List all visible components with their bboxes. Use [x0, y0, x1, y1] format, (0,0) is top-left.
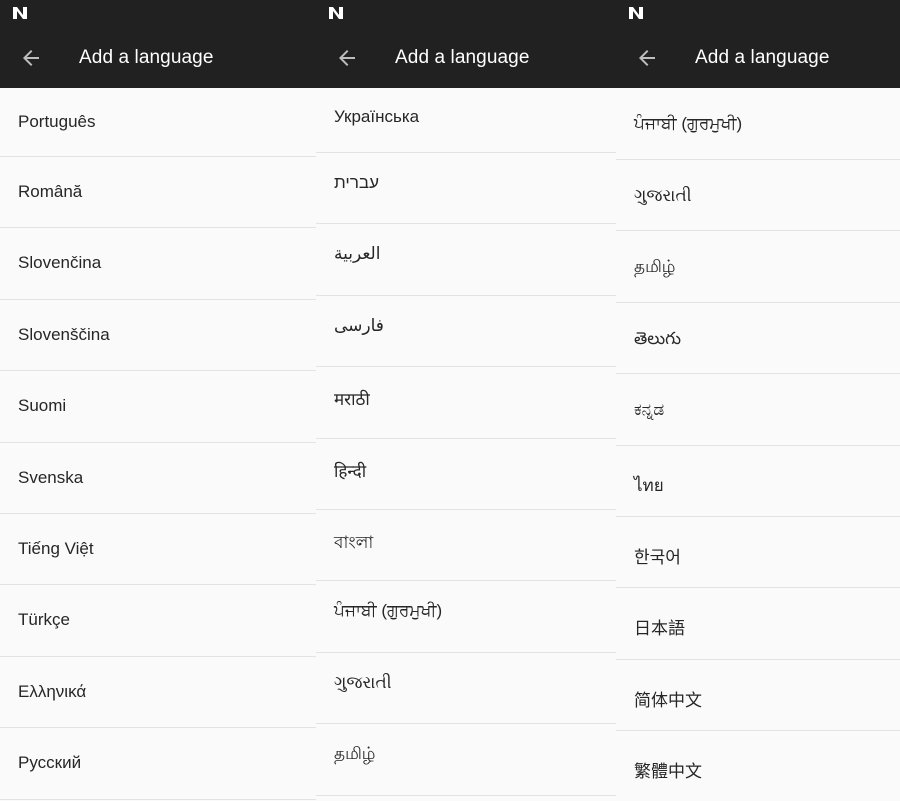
language-label: हिन्दी: [334, 461, 367, 481]
language-label: 简体中文: [634, 690, 702, 710]
status-bar: [0, 0, 316, 28]
language-item[interactable]: ਪੰਜਾਬੀ (ਗੁਰਮੁਖੀ): [316, 581, 616, 653]
language-list: Українська עברית العربية فارسی मराठी हिन…: [316, 88, 616, 796]
language-label: 繁體中文: [634, 762, 702, 782]
language-label: Ελληνικά: [18, 681, 87, 701]
language-label: Українська: [334, 107, 420, 126]
language-label: Português: [18, 112, 96, 131]
language-label: العربية: [334, 244, 381, 264]
language-label: Slovenčina: [18, 253, 102, 273]
language-screen-2: Add a language Українська עברית العربية …: [316, 0, 616, 801]
language-item[interactable]: বাংলা: [316, 509, 616, 582]
language-screen-1: Add a language Português Română Slovenči…: [0, 0, 316, 801]
language-label: தமிழ்: [634, 257, 676, 277]
language-item[interactable]: தமிழ்: [316, 724, 616, 796]
language-label: עברית: [334, 173, 379, 192]
language-label: فارسی: [334, 315, 384, 335]
language-item[interactable]: 한국어: [616, 516, 900, 589]
language-label: বাংলা: [334, 532, 374, 552]
language-label: Türkçe: [18, 610, 70, 630]
android-n-icon: [13, 7, 27, 19]
language-item[interactable]: Русский: [0, 728, 316, 800]
language-label: ગુજરાતી: [634, 186, 692, 205]
language-label: 日本語: [634, 619, 685, 639]
page-title: Add a language: [395, 47, 530, 68]
language-label: 한국어: [634, 547, 681, 567]
language-item[interactable]: Português: [0, 88, 316, 157]
language-list: Português Română Slovenčina Slovenščina …: [0, 88, 316, 800]
status-bar: [316, 0, 616, 28]
language-label: मराठी: [334, 390, 370, 410]
language-label: Slovenščina: [18, 324, 110, 344]
back-arrow-icon[interactable]: [19, 46, 43, 70]
language-label: ਪੰਜਾਬੀ (ਗੁਰਮੁਖੀ): [334, 601, 443, 621]
language-label: ಕನ್ನಡ: [634, 400, 665, 420]
language-label: Русский: [18, 753, 82, 773]
language-item[interactable]: ไทย: [616, 445, 900, 517]
page-title: Add a language: [79, 47, 214, 68]
app-bar: Add a language: [616, 28, 900, 88]
language-item[interactable]: Ελληνικά: [0, 656, 316, 729]
language-item[interactable]: मराठी: [316, 367, 616, 439]
back-arrow-icon[interactable]: [635, 46, 659, 70]
language-item[interactable]: العربية: [316, 224, 616, 296]
language-item[interactable]: ಕನ್ನಡ: [616, 374, 900, 446]
app-bar: Add a language: [316, 28, 616, 88]
language-label: ગુજરાતી: [334, 672, 392, 692]
android-n-icon: [629, 7, 643, 19]
screens-container: Add a language Português Română Slovenči…: [0, 0, 900, 801]
language-label: Română: [18, 182, 83, 201]
language-label: Svenska: [18, 467, 84, 487]
language-item[interactable]: తెలుగు: [616, 302, 900, 375]
language-label: தமிழ்: [334, 744, 376, 764]
language-label: Tiếng Việt: [18, 538, 94, 558]
language-label: Suomi: [18, 396, 67, 416]
language-item[interactable]: 简体中文: [616, 659, 900, 732]
language-list: ਪੰਜਾਬੀ (ਗੁਰਮੁਖੀ) ગુજરાતી தமிழ் తెలుగు ಕನ…: [616, 88, 900, 801]
language-item[interactable]: हिन्दी: [316, 438, 616, 510]
page-title: Add a language: [695, 47, 830, 68]
language-item[interactable]: Tiếng Việt: [0, 513, 316, 586]
language-item[interactable]: ગુજરાતી: [316, 652, 616, 725]
language-item[interactable]: Türkçe: [0, 585, 316, 657]
language-item[interactable]: ਪੰਜਾਬੀ (ਗੁਰਮੁਖੀ): [616, 88, 900, 160]
language-item[interactable]: Українська: [316, 88, 616, 153]
language-item[interactable]: 繁體中文: [616, 731, 900, 801]
language-item[interactable]: עברית: [316, 153, 616, 225]
android-n-icon: [329, 7, 343, 19]
language-label: ਪੰਜਾਬੀ (ਗੁਰਮੁਖੀ): [634, 114, 743, 133]
status-bar: [616, 0, 900, 28]
language-item[interactable]: فارسی: [316, 295, 616, 368]
language-item[interactable]: Slovenščina: [0, 299, 316, 372]
app-bar: Add a language: [0, 28, 316, 88]
language-item[interactable]: Suomi: [0, 371, 316, 443]
language-item[interactable]: Svenska: [0, 442, 316, 514]
language-item[interactable]: 日本語: [616, 588, 900, 660]
language-item[interactable]: ગુજરાતી: [616, 160, 900, 232]
language-label: తెలుగు: [634, 328, 681, 348]
back-arrow-icon[interactable]: [335, 46, 359, 70]
language-item[interactable]: தமிழ்: [616, 231, 900, 303]
language-item[interactable]: Română: [0, 157, 316, 229]
language-screen-3: Add a language ਪੰਜਾਬੀ (ਗੁਰਮੁਖੀ) ગુજરાતી …: [616, 0, 900, 801]
language-item[interactable]: Slovenčina: [0, 228, 316, 300]
language-label: ไทย: [634, 475, 664, 495]
